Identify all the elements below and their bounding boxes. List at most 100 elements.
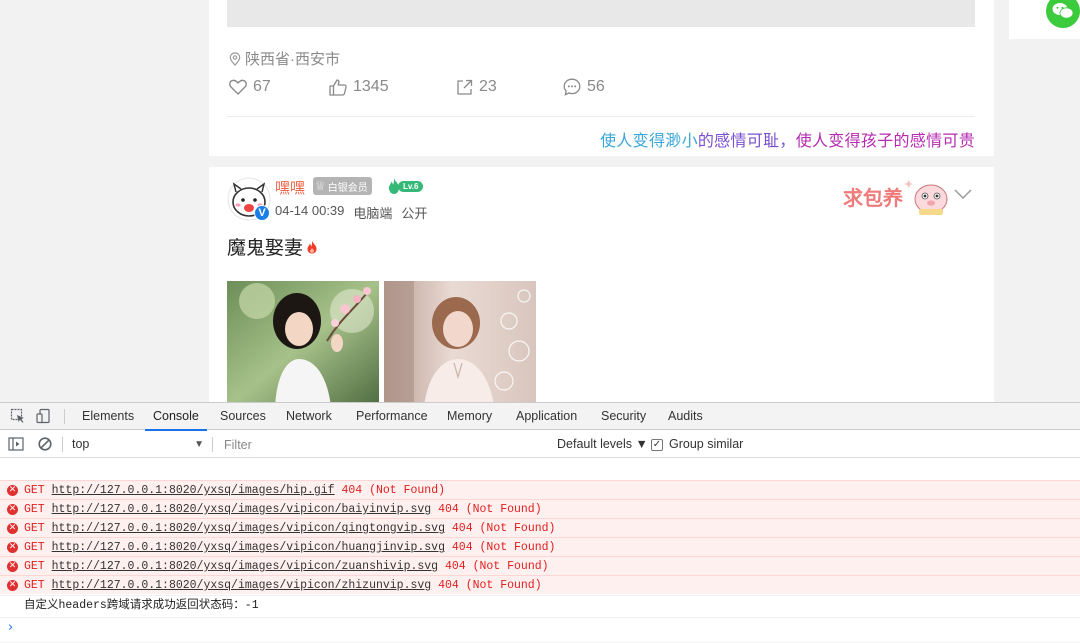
comment-button[interactable]: 56 [563,78,605,96]
tab-sources[interactable]: Sources [220,403,266,430]
clear-console-icon[interactable] [37,436,53,452]
log-method: GET [24,484,45,497]
post-title: 魔鬼娶妻 [227,233,318,260]
error-icon: ✕ [7,504,18,515]
tab-application[interactable]: Application [516,403,577,430]
log-url-link[interactable]: http://127.0.0.1:8020/yxsq/images/vipico… [52,579,432,592]
log-url-link[interactable]: http://127.0.0.1:8020/yxsq/images/vipico… [52,522,445,535]
error-icon: ✕ [7,580,18,591]
post-device: 电脑端 [353,206,393,221]
error-icon: ✕ [7,523,18,534]
log-url-link[interactable]: http://127.0.0.1:8020/yxsq/images/vipico… [52,541,445,554]
console-prompt[interactable]: › [0,617,1080,639]
location-pin-icon [229,51,241,66]
console-filter-input[interactable] [217,434,549,455]
log-method: GET [24,541,45,554]
error-icon: ✕ [7,561,18,572]
context-value: top [72,437,90,451]
post-location: 陕西省·西安市 [229,48,340,69]
console-output: ✕ GET http://127.0.0.1:8020/yxsq/images/… [0,459,1080,643]
log-status: 404 (Not Found) [445,560,549,573]
post-card: 陕西省·西安市 67 1345 23 56 使人变得渺小的感情可耻，使人变得孩子… [209,0,994,156]
log-method: GET [24,503,45,516]
log-url-link[interactable]: http://127.0.0.1:8020/yxsq/images/vipico… [52,560,438,573]
post-slogan: 使人变得渺小的感情可耻，使人变得孩子的感情可贵 [600,127,975,151]
log-status: 404 (Not Found) [438,503,542,516]
like-button[interactable]: 1345 [329,78,389,96]
slogan-part-3: 使人变得孩子的感情可贵 [795,133,975,150]
console-error-row: ✕ GET http://127.0.0.1:8020/yxsq/images/… [0,556,1080,575]
chevron-down-icon[interactable] [953,187,973,201]
web-page: 陕西省·西安市 67 1345 23 56 使人变得渺小的感情可耻，使人变得孩子… [0,0,1080,402]
divider [227,116,975,117]
log-status: 404 (Not Found) [438,579,542,592]
tab-console[interactable]: Console [145,403,207,431]
log-method: GET [24,522,45,535]
share-button[interactable]: 23 [456,78,497,96]
log-url-link[interactable]: http://127.0.0.1:8020/yxsq/images/hip.gi… [52,484,335,497]
console-log-row: 自定义headers跨域请求成功返回状态码：-1 [0,595,1080,614]
console-error-row: ✕ GET http://127.0.0.1:8020/yxsq/images/… [0,575,1080,594]
wechat-icon [1052,3,1074,19]
show-sidebar-icon[interactable] [8,436,24,452]
heart-icon [229,79,247,95]
wechat-share-button[interactable] [1046,0,1080,28]
post-stats: 67 1345 23 56 [229,78,977,104]
post-image-bottom[interactable] [227,0,975,27]
devtools-tabbar: Elements Console Sources Network Perform… [0,403,1080,431]
dropdown-arrow-icon: ▼ [194,439,204,450]
woman-with-lace-photo [384,281,536,402]
comment-icon [563,78,581,96]
error-icon: ✕ [7,542,18,553]
side-share-panel [1009,0,1080,39]
favorite-count: 67 [253,78,271,95]
tab-performance[interactable]: Performance [356,403,428,430]
pig-sticker-icon: 求包养 [843,180,948,215]
log-status: 404 (Not Found) [451,522,556,535]
prompt-chevron-icon: › [8,620,14,635]
error-icon: ✕ [7,485,18,496]
console-filter-bar: top ▼ Default levels ▼ ✓ Group similar [0,431,1080,458]
inspect-element-icon[interactable] [10,408,26,424]
level-badge[interactable]: Lv.6 [387,177,425,195]
member-badge-label: 白银会员 [327,182,368,194]
log-method: GET [24,579,45,592]
toolbar-separator [212,437,213,452]
console-error-row: ✕ GET http://127.0.0.1:8020/yxsq/images/… [0,480,1080,499]
post-title-text: 魔鬼娶妻 [227,238,304,259]
post-photo[interactable] [227,281,379,402]
console-error-row: ✕ GET http://127.0.0.1:8020/yxsq/images/… [0,518,1080,537]
tab-elements[interactable]: Elements [82,403,134,430]
girl-with-blossoms-photo [227,281,379,402]
group-similar-toggle[interactable]: ✓ Group similar [651,435,743,454]
comment-count: 56 [587,78,605,95]
post-time[interactable]: 04-14 00:39 [275,203,344,222]
username-link[interactable]: 嘿嘿 [275,177,305,198]
group-similar-checkbox[interactable]: ✓ [651,438,663,451]
tab-audits[interactable]: Audits [668,403,703,430]
share-icon [457,79,473,95]
tab-memory[interactable]: Memory [447,403,492,430]
like-count: 1345 [353,78,389,95]
slogan-part-1: 使人变得渺小 [600,133,698,150]
device-toolbar-icon[interactable] [36,408,52,424]
toolbar-separator [64,409,65,424]
log-message: 自定义headers跨域请求成功返回状态码：-1 [24,599,259,612]
fire-icon [307,240,317,253]
share-count: 23 [479,78,497,95]
devtools-panel: Elements Console Sources Network Perform… [0,402,1080,642]
post-meta: 04-14 00:39 电脑端 公开 [275,203,427,222]
log-levels-dropdown[interactable]: Default levels ▼ [557,435,648,454]
tab-network[interactable]: Network [286,403,332,430]
tab-security[interactable]: Security [601,403,646,430]
post-card: V 嘿嘿 ♕ 白银会员 Lv.6 04-14 00:39 电脑端 公开 求包养 [209,167,994,402]
location-text: 陕西省·西安市 [245,51,340,68]
post-photo[interactable] [384,281,536,402]
crown-icon: ♕ [315,179,326,193]
member-badge[interactable]: ♕ 白银会员 [313,177,372,195]
console-error-row: ✕ GET http://127.0.0.1:8020/yxsq/images/… [0,537,1080,556]
favorite-button[interactable]: 67 [229,78,271,96]
log-url-link[interactable]: http://127.0.0.1:8020/yxsq/images/vipico… [52,503,432,516]
context-selector[interactable]: top ▼ [64,435,208,454]
log-method: GET [24,560,45,573]
